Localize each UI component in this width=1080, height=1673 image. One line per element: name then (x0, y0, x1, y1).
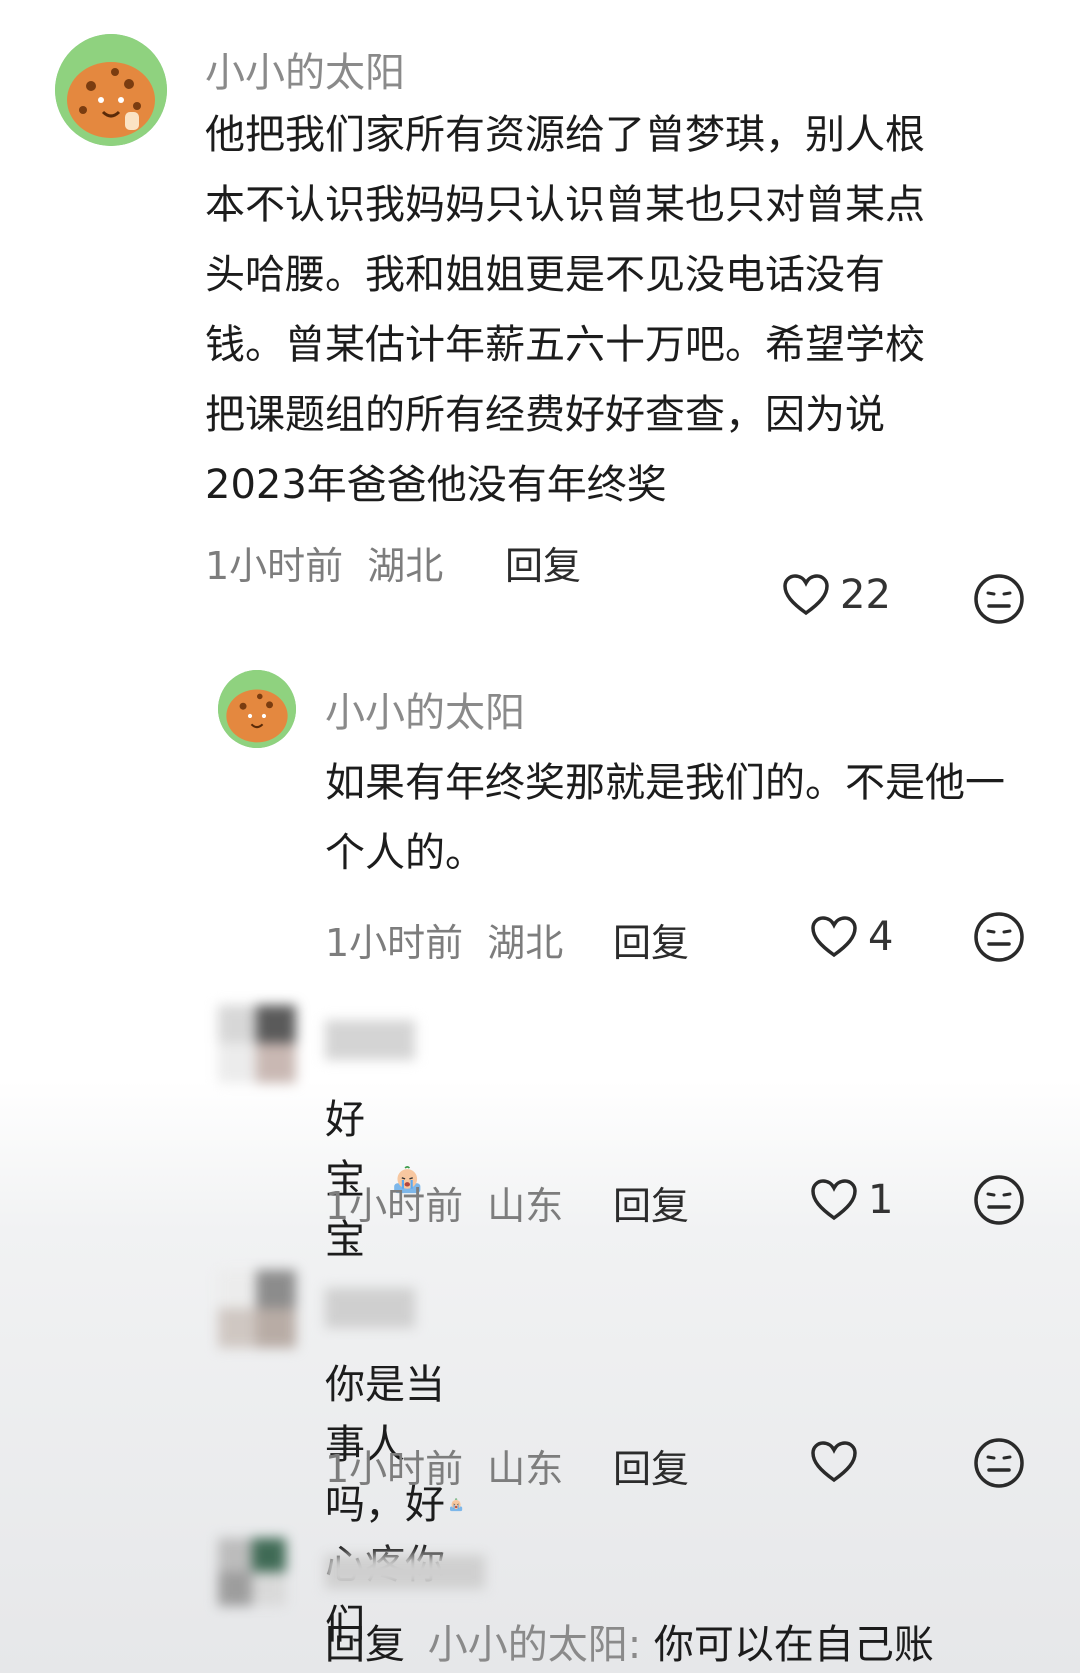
comment-time: 1小时前 (325, 1447, 464, 1491)
reply-to-username[interactable]: 小小的太阳: (428, 1622, 641, 1668)
comment-location: 山东 (487, 1447, 564, 1491)
reply-button[interactable]: 回复 (613, 1175, 689, 1230)
comment-location: 山东 (487, 1184, 564, 1228)
username-blurred[interactable] (325, 1555, 485, 1589)
comment-text: 如果有年终奖那就是我们的。不是他一个人的。 (325, 760, 1005, 876)
avatar[interactable] (218, 1005, 296, 1083)
avatar[interactable] (55, 34, 167, 146)
username[interactable]: 小小的太阳 (205, 40, 405, 98)
avatar[interactable] (218, 1270, 296, 1348)
avatar[interactable] (218, 1538, 286, 1606)
comment-location: 湖北 (487, 921, 564, 965)
cookie-avatar-icon (218, 670, 296, 748)
username[interactable]: 小小的太阳 (325, 680, 525, 738)
like-count: 22 (840, 572, 891, 618)
avatar[interactable] (218, 670, 296, 748)
reply-line: 回复 小小的太阳: 你可以在自己账 (325, 1617, 1080, 1673)
like-button[interactable]: 1 (810, 1177, 893, 1223)
comment-text: 你是当事人吗，好心疼你们 (325, 1362, 445, 1648)
meh-face-icon (974, 912, 1024, 962)
heart-icon (811, 916, 857, 958)
reply-button[interactable]: 回复 (613, 1438, 689, 1493)
dislike-button[interactable] (973, 1174, 1025, 1230)
heart-icon (783, 574, 829, 616)
comment-meta: 1小时前 湖北 (205, 535, 443, 590)
like-count: 4 (868, 914, 894, 960)
comment-meta: 1小时前 山东 (325, 1175, 563, 1230)
like-button[interactable] (810, 1440, 858, 1484)
dislike-button[interactable] (973, 1437, 1025, 1493)
comment-time: 1小时前 (205, 544, 344, 588)
comment-text: 他把我们家所有资源给了曾梦琪，别人根本不认识我妈妈只认识曾某也只对曾某点头哈腰。… (205, 112, 925, 508)
reply-button[interactable]: 回复 (613, 912, 689, 967)
heart-icon (811, 1179, 857, 1221)
comment-time: 1小时前 (325, 1184, 464, 1228)
comment-text: 你可以在自己账 (653, 1622, 934, 1668)
dislike-button[interactable] (973, 573, 1025, 629)
comment-time: 1小时前 (325, 921, 464, 965)
cookie-avatar-icon (55, 34, 167, 146)
username-blurred[interactable] (325, 1288, 415, 1328)
comment-meta: 1小时前 山东 (325, 1438, 563, 1493)
like-count: 1 (868, 1177, 894, 1223)
heart-icon (811, 1441, 857, 1483)
username-blurred[interactable] (325, 1020, 415, 1060)
like-button[interactable]: 22 (782, 572, 891, 618)
meh-face-icon (974, 1438, 1024, 1488)
comment-text-row: 你是当事人吗，好心疼你们 (325, 1355, 463, 1655)
reply-prefix[interactable]: 回复 (325, 1622, 405, 1668)
meh-face-icon (974, 1175, 1024, 1225)
dislike-button[interactable] (973, 911, 1025, 967)
meh-face-icon (974, 574, 1024, 624)
reply-button[interactable]: 回复 (505, 535, 581, 590)
comment-location: 湖北 (367, 544, 444, 588)
comment-meta: 1小时前 湖北 (325, 912, 563, 967)
like-button[interactable]: 4 (810, 914, 893, 960)
